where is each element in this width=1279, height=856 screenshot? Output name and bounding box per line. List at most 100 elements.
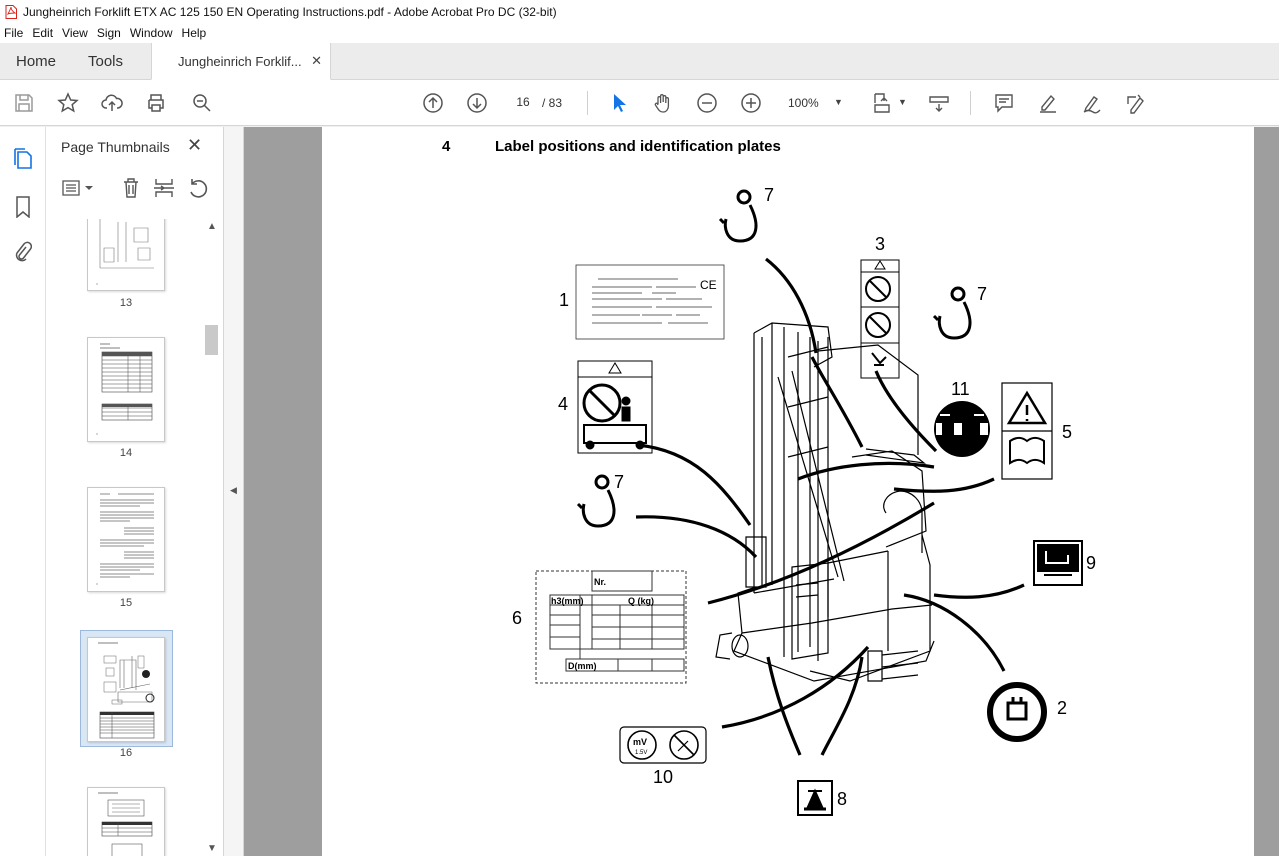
menu-view[interactable]: View	[62, 26, 88, 40]
toolbar-separator	[970, 91, 971, 115]
panel-title: Page Thumbnails	[61, 139, 170, 155]
jack-point-label	[797, 780, 833, 816]
zoom-level[interactable]: 100%	[788, 96, 819, 110]
thumbnail-options-icon[interactable]	[58, 175, 98, 201]
callout-8: 8	[837, 789, 847, 809]
page-thumbnail[interactable]	[87, 487, 165, 592]
toolbar	[0, 80, 1279, 126]
page-thumbnails-icon[interactable]	[11, 147, 35, 171]
menu-sign[interactable]: Sign	[97, 26, 121, 40]
svg-text:h3(mm): h3(mm)	[551, 596, 584, 606]
tab-bar: Home Tools Jungheinrich Forklif... ✕	[0, 43, 1279, 80]
close-panel-icon[interactable]: ✕	[187, 135, 202, 156]
save-icon[interactable]	[12, 91, 36, 115]
svg-text:Q (kg): Q (kg)	[628, 596, 654, 606]
callout-2: 2	[1057, 698, 1067, 718]
svg-text:D(mm): D(mm)	[568, 661, 597, 671]
page-thumbnail[interactable]	[87, 219, 165, 291]
tab-document[interactable]: Jungheinrich Forklif... ✕	[151, 43, 331, 80]
hook-label-left	[576, 474, 616, 528]
menu-edit[interactable]: Edit	[32, 26, 53, 40]
document-view[interactable]: 4 Label positions and identification pla…	[244, 127, 1279, 856]
next-page-icon[interactable]	[465, 91, 489, 115]
hand-pan-icon[interactable]	[651, 91, 675, 115]
safety-sign-label	[577, 360, 653, 454]
menu-help[interactable]: Help	[182, 26, 207, 40]
svg-text:mV: mV	[633, 737, 647, 747]
bookmarks-icon[interactable]	[11, 195, 35, 219]
insert-page-icon[interactable]	[151, 175, 177, 201]
zoom-out-icon[interactable]	[695, 91, 719, 115]
close-tab-icon[interactable]: ✕	[311, 53, 322, 69]
rotate-page-icon[interactable]	[185, 175, 211, 201]
scroll-mode-icon[interactable]	[927, 91, 951, 115]
callout-9: 9	[1086, 553, 1096, 573]
charging-plug-label	[987, 682, 1047, 742]
tab-tools[interactable]: Tools	[88, 53, 123, 70]
read-manual-label	[1001, 382, 1053, 480]
page-thumbnail-current[interactable]	[87, 637, 165, 742]
hook-label-right	[932, 286, 972, 340]
zoom-in-icon[interactable]	[739, 91, 763, 115]
menu-window[interactable]: Window	[130, 26, 173, 40]
callout-5: 5	[1062, 422, 1072, 442]
zoom-search-icon[interactable]	[190, 91, 214, 115]
forklift-drawing	[715, 322, 935, 682]
scroll-up-icon[interactable]: ▲	[207, 221, 217, 232]
thumbnail-tools	[46, 175, 224, 205]
display-label	[1033, 540, 1083, 586]
tab-home[interactable]: Home	[16, 53, 56, 70]
page-number-input[interactable]	[508, 92, 538, 112]
zoom-dropdown-icon[interactable]: ▼	[834, 97, 843, 107]
delete-page-icon[interactable]	[118, 175, 144, 201]
scrollbar-thumb[interactable]	[205, 325, 218, 355]
highlight-pen-icon[interactable]	[1036, 91, 1060, 115]
previous-page-icon[interactable]	[421, 91, 445, 115]
comment-icon[interactable]	[992, 91, 1016, 115]
callout-7-right: 7	[977, 284, 987, 304]
page-count: / 83	[542, 96, 563, 110]
window-title: Jungheinrich Forklift ETX AC 125 150 EN …	[23, 4, 557, 19]
page-fit-icon[interactable]	[870, 91, 894, 115]
thumbnail-page-number: 16	[119, 747, 133, 759]
thumbnail-scrollbar[interactable]: ▲ ▼	[203, 219, 219, 856]
menu-file[interactable]: File	[4, 26, 23, 40]
navigation-rail	[0, 127, 46, 856]
thumbnail-page-number: 13	[119, 297, 133, 309]
bookmark-star-icon[interactable]	[56, 91, 80, 115]
page-fit-dropdown-icon[interactable]: ▼	[898, 97, 907, 107]
upload-cloud-icon[interactable]	[100, 91, 124, 115]
callout-10: 10	[653, 767, 673, 787]
warning-strip-label	[860, 259, 900, 379]
thumbnail-page-number: 14	[119, 447, 133, 459]
pdf-page: 4 Label positions and identification pla…	[322, 127, 1254, 856]
identification-plate-label: CE	[575, 264, 725, 340]
attachments-paperclip-icon[interactable]	[11, 240, 35, 264]
collapse-panel-icon[interactable]: ◀	[230, 485, 237, 496]
load-chart-label: Nr. h3(mm) Q (kg) D(mm)	[535, 570, 687, 684]
connector-label	[934, 401, 990, 457]
svg-text:CE: CE	[700, 278, 717, 292]
callout-7-left: 7	[614, 472, 624, 492]
thumbnail-list: 13 14 15 16	[46, 219, 204, 856]
svg-text:Nr.: Nr.	[594, 577, 606, 587]
panel-splitter[interactable]: ◀	[224, 127, 244, 856]
battery-voltage-label: mV 1.5V	[619, 726, 707, 764]
page-thumbnail[interactable]	[87, 337, 165, 442]
callout-3: 3	[875, 234, 885, 254]
fill-sign-icon[interactable]	[1124, 91, 1148, 115]
print-icon[interactable]	[144, 91, 168, 115]
thumbnail-page-number: 15	[119, 597, 133, 609]
callout-6: 6	[512, 608, 522, 628]
page-thumbnails-panel: Page Thumbnails ✕ 13 14 15 16 ▲ ▼	[46, 127, 224, 856]
select-cursor-icon[interactable]	[607, 91, 631, 115]
draw-pen-icon[interactable]	[1080, 91, 1104, 115]
toolbar-separator	[587, 91, 588, 115]
hook-label-top	[718, 189, 758, 243]
scroll-down-icon[interactable]: ▼	[207, 843, 217, 854]
callout-4: 4	[558, 394, 568, 414]
callout-11: 11	[951, 379, 970, 399]
tab-document-label: Jungheinrich Forklif...	[178, 54, 302, 69]
title-bar: Jungheinrich Forklift ETX AC 125 150 EN …	[0, 0, 1279, 23]
page-thumbnail[interactable]	[87, 787, 165, 856]
